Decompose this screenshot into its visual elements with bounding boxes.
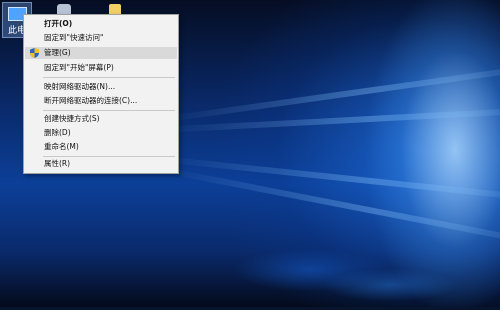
menu-item-create-shortcut[interactable]: 创建快捷方式(S)	[25, 113, 177, 125]
context-menu: 打开(O) 固定到"快速访问" 管理(G) 固定到"开始"屏幕(P) 映射网络驱…	[23, 14, 179, 174]
menu-item-pin-quick-access[interactable]: 固定到"快速访问"	[25, 32, 177, 44]
menu-item-open[interactable]: 打开(O)	[25, 18, 177, 30]
menu-item-rename[interactable]: 重命名(M)	[25, 141, 177, 153]
menu-item-manage-label: 管理(G)	[44, 48, 71, 57]
admin-shield-icon	[30, 48, 39, 58]
wallpaper-smoke	[170, 215, 470, 310]
menu-item-disconnect-network-drive[interactable]: 断开网络驱动器的连接(C)...	[25, 95, 177, 107]
menu-separator	[43, 110, 175, 111]
menu-item-delete[interactable]: 删除(D)	[25, 127, 177, 139]
menu-item-manage[interactable]: 管理(G)	[25, 47, 177, 59]
menu-item-properties[interactable]: 属性(R)	[25, 158, 177, 170]
menu-separator	[43, 156, 175, 157]
menu-separator	[43, 77, 175, 78]
menu-item-pin-start[interactable]: 固定到"开始"屏幕(P)	[25, 62, 177, 74]
menu-item-map-network-drive[interactable]: 映射网络驱动器(N)...	[25, 81, 177, 93]
